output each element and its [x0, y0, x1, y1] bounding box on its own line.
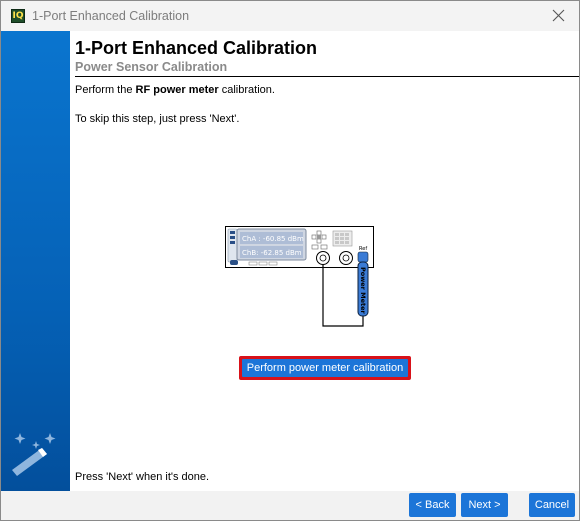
next-button[interactable]: Next >: [461, 493, 508, 517]
title-bar: IQ 1-Port Enhanced Calibration: [1, 1, 579, 31]
calibration-wizard-window: IQ 1-Port Enhanced Calibration 1-Port En…: [0, 0, 580, 521]
instruction-emphasis: RF power meter: [135, 84, 219, 96]
page-title: 1-Port Enhanced Calibration: [75, 38, 318, 58]
wizard-content: 1-Port Enhanced Calibration Power Sensor…: [70, 31, 579, 491]
power-sensor-label: Power Meter: [359, 267, 367, 315]
title-divider: [75, 76, 579, 77]
channel-b-readout: ChB: -62.85 dBm: [242, 249, 302, 257]
perform-power-meter-calibration-button[interactable]: Perform power meter calibration: [239, 356, 411, 380]
channel-a-readout: ChA : -60.85 dBm: [242, 235, 304, 243]
close-button[interactable]: [539, 1, 579, 31]
wizard-footer: < Back Next > Cancel: [1, 491, 579, 520]
magic-wand-icon: [12, 433, 56, 476]
cancel-button[interactable]: Cancel: [529, 493, 575, 517]
window-title: 1-Port Enhanced Calibration: [32, 9, 190, 23]
back-button[interactable]: < Back: [409, 493, 456, 517]
wizard-sidebar: [1, 31, 70, 491]
ref-port-label: Ref: [359, 246, 367, 252]
page-subtitle: Power Sensor Calibration: [75, 60, 228, 74]
calibration-button-label: Perform power meter calibration: [242, 359, 408, 377]
completion-instruction-text: Press 'Next' when it's done.: [75, 471, 210, 483]
skip-instruction-text: To skip this step, just press 'Next'.: [75, 113, 240, 125]
close-icon: [552, 9, 565, 22]
instruction-text: Perform the RF power meter calibration.: [75, 84, 275, 96]
app-logo-icon: IQ: [11, 9, 25, 23]
power-meter-illustration: ChA : -60.85 dBm ChB: -62.85 dBm Ref Pow…: [225, 226, 374, 327]
